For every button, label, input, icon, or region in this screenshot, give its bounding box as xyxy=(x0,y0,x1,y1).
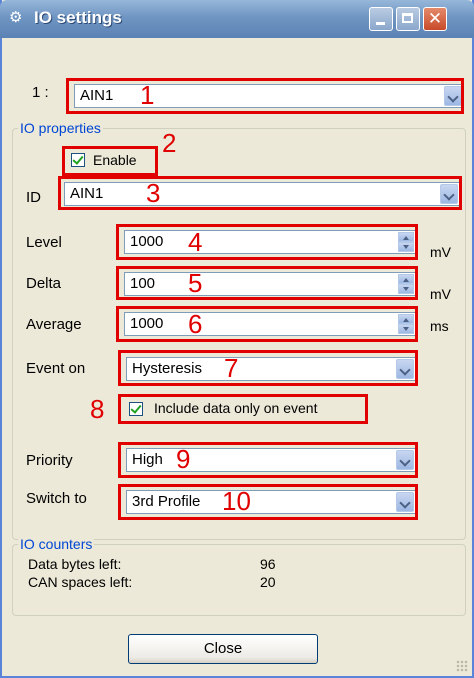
switch-to-label: Switch to xyxy=(26,490,87,507)
annotation-box-8 xyxy=(118,394,368,424)
io-counters-title: IO counters xyxy=(18,536,95,552)
level-label: Level xyxy=(26,234,62,251)
window-title: IO settings xyxy=(34,8,122,27)
io-properties-title: IO properties xyxy=(18,120,103,136)
maximize-button[interactable] xyxy=(396,7,420,31)
data-bytes-left-value: 96 xyxy=(260,556,276,572)
annotation-number-6: 6 xyxy=(188,309,203,339)
delta-unit: mV xyxy=(430,286,451,302)
close-window-button[interactable]: ✕ xyxy=(423,7,447,31)
io-index-label: 1 : xyxy=(32,84,49,101)
average-unit: ms xyxy=(430,318,449,334)
annotation-number-7: 7 xyxy=(224,353,239,383)
app-icon: ⚙ xyxy=(9,8,23,26)
annotation-box-4 xyxy=(116,224,418,260)
average-label: Average xyxy=(26,316,82,333)
level-unit: mV xyxy=(430,244,451,260)
id-label: ID xyxy=(26,189,41,206)
minimize-button[interactable] xyxy=(369,7,393,31)
priority-label: Priority xyxy=(26,452,73,469)
annotation-number-1: 1 xyxy=(140,80,155,110)
annotation-box-3 xyxy=(58,176,462,210)
annotation-box-7 xyxy=(118,350,418,386)
annotation-box-6 xyxy=(116,306,418,342)
annotation-box-10 xyxy=(118,484,418,520)
data-bytes-left-label: Data bytes left: xyxy=(28,556,122,572)
maximize-icon xyxy=(397,8,419,30)
can-spaces-left-label: CAN spaces left: xyxy=(28,574,133,590)
annotation-box-9 xyxy=(118,442,418,478)
resize-grip[interactable] xyxy=(456,660,468,672)
annotation-box-1 xyxy=(66,78,464,114)
annotation-number-3: 3 xyxy=(146,178,161,208)
close-button[interactable]: Close xyxy=(128,634,318,664)
event-on-label: Event on xyxy=(26,360,86,377)
annotation-number-9: 9 xyxy=(176,444,191,474)
can-spaces-left-value: 20 xyxy=(260,574,276,590)
close-icon: ✕ xyxy=(427,9,443,29)
annotation-number-8: 8 xyxy=(90,394,105,424)
annotation-number-10: 10 xyxy=(222,486,251,516)
annotation-number-4: 4 xyxy=(188,227,203,257)
minimize-icon xyxy=(370,8,392,30)
annotation-box-2 xyxy=(62,146,158,176)
annotation-number-5: 5 xyxy=(188,268,203,298)
title-bar[interactable]: ⚙ IO settings ✕ xyxy=(0,0,474,38)
delta-label: Delta xyxy=(26,275,62,292)
annotation-box-5 xyxy=(116,266,418,300)
annotation-number-2: 2 xyxy=(162,128,177,158)
